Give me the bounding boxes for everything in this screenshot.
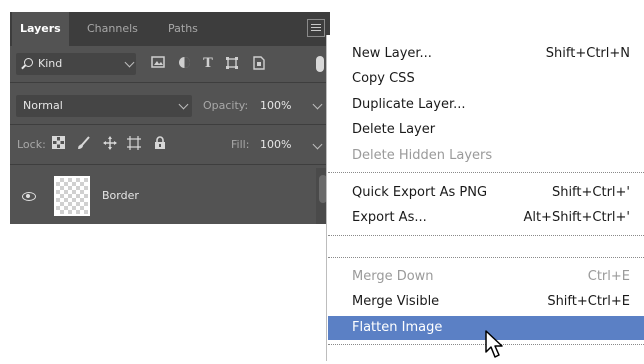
menu-item-delete-hidden-layers: Delete Hidden Layers xyxy=(352,148,493,163)
shortcut-merge-down: Ctrl+E xyxy=(587,269,630,284)
opacity-label: Opacity: xyxy=(203,99,249,112)
menu-item-flatten-image[interactable]: Flatten Image xyxy=(352,316,442,340)
menu-item-quick-export-png[interactable]: Quick Export As PNG xyxy=(352,181,487,205)
filter-kind-label: Kind xyxy=(38,57,63,70)
tab-channels[interactable]: Channels xyxy=(87,12,138,46)
shortcut-quick-export-png: Shift+Ctrl+' xyxy=(551,185,630,200)
shortcut-merge-visible: Shift+Ctrl+E xyxy=(547,294,630,309)
blend-mode-value: Normal xyxy=(23,99,63,112)
fill-input[interactable]: 100% xyxy=(260,136,291,154)
lock-image-pixels-icon[interactable] xyxy=(76,136,92,152)
chevron-down-icon xyxy=(178,99,189,110)
tab-paths[interactable]: Paths xyxy=(168,12,198,46)
fill-chevron-icon[interactable] xyxy=(312,139,323,150)
lock-transparent-pixels-icon[interactable] xyxy=(50,136,66,152)
panel-menu-button[interactable] xyxy=(307,19,325,37)
mouse-pointer-icon xyxy=(484,330,508,364)
layer-thumbnail[interactable] xyxy=(54,176,90,216)
lock-position-icon[interactable] xyxy=(102,136,118,152)
opacity-input[interactable]: 100% xyxy=(260,95,291,117)
shortcut-new-layer: Shift+Ctrl+N xyxy=(545,46,630,61)
menu-item-delete-layer[interactable]: Delete Layer xyxy=(352,118,435,142)
menu-item-duplicate-layer[interactable]: Duplicate Layer... xyxy=(352,93,466,117)
eye-icon[interactable] xyxy=(22,192,36,201)
layers-panel: Layers Channels Paths Kind T Normal Opac… xyxy=(10,12,330,224)
adjustment-filter-icon[interactable] xyxy=(176,56,192,72)
divider xyxy=(10,124,330,125)
filter-kind-select[interactable]: Kind xyxy=(16,53,136,75)
lock-label: Lock: xyxy=(17,138,46,151)
menu-item-copy-css[interactable]: Copy CSS xyxy=(352,67,415,91)
menu-border xyxy=(326,35,327,361)
search-icon xyxy=(24,58,33,67)
menu-item-new-layer[interactable]: New Layer... xyxy=(352,42,432,66)
shortcut-export-as: Alt+Shift+Ctrl+' xyxy=(523,210,630,225)
menu-separator xyxy=(328,257,644,258)
layer-name[interactable]: Border xyxy=(102,170,139,222)
layer-row-border[interactable]: Border xyxy=(10,170,316,222)
chevron-down-icon xyxy=(124,57,135,68)
menu-separator xyxy=(328,172,644,173)
type-filter-icon[interactable]: T xyxy=(200,56,216,72)
fill-label: Fill: xyxy=(231,138,250,151)
divider xyxy=(10,82,330,83)
panel-tab-bar: Layers Channels Paths xyxy=(10,12,330,46)
tab-layers[interactable]: Layers xyxy=(12,12,69,46)
menu-item-merge-visible[interactable]: Merge Visible xyxy=(352,290,439,314)
image-filter-icon[interactable] xyxy=(150,56,166,72)
divider xyxy=(10,164,330,165)
blend-mode-select[interactable]: Normal xyxy=(16,95,192,117)
lock-all-icon[interactable] xyxy=(152,136,168,152)
opacity-chevron-icon[interactable] xyxy=(312,99,323,110)
lock-artboard-icon[interactable] xyxy=(126,136,142,152)
menu-item-merge-down: Merge Down xyxy=(352,269,434,284)
shape-filter-icon[interactable] xyxy=(224,56,240,72)
smart-object-filter-icon[interactable] xyxy=(250,56,266,72)
menu-separator xyxy=(328,235,644,236)
menu-item-export-as[interactable]: Export As... xyxy=(352,206,427,230)
